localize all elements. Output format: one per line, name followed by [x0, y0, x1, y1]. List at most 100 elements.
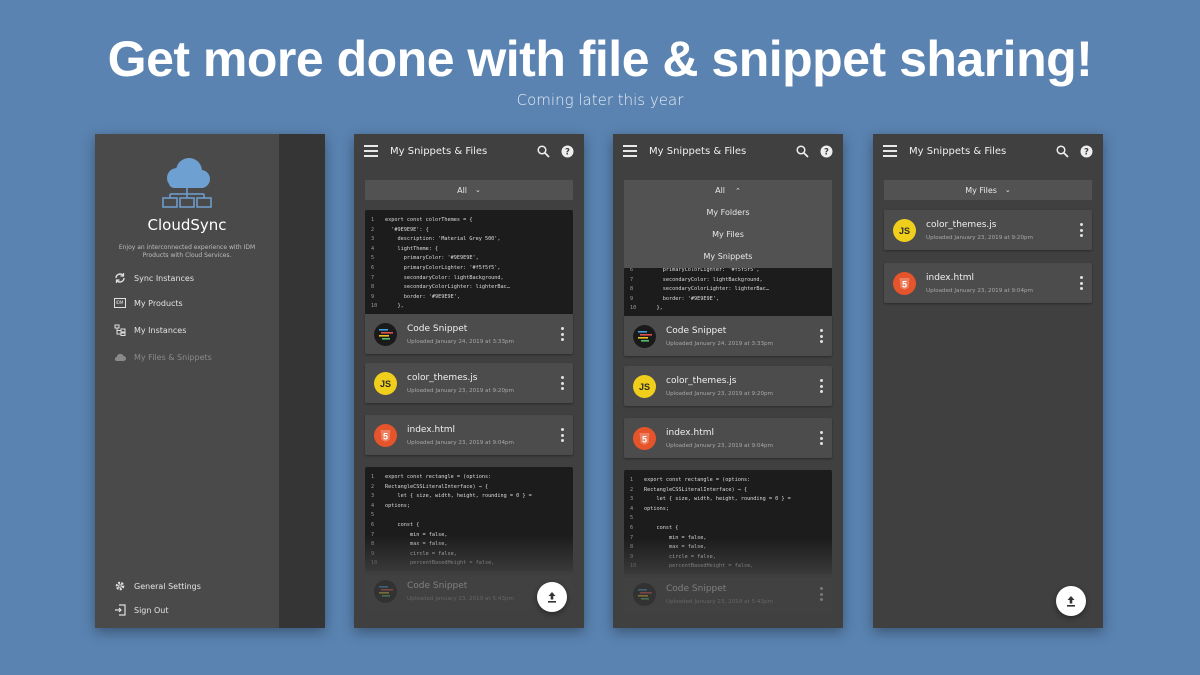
help-icon[interactable]: ?: [1079, 144, 1093, 158]
more-vert-icon[interactable]: [819, 379, 823, 393]
code-line: 5: [371, 512, 375, 519]
nav-item-general-settings[interactable]: General Settings: [113, 579, 201, 593]
drawer-scrim[interactable]: [279, 134, 325, 628]
brand-tagline: Enjoy an interconnected experience with …: [118, 244, 256, 259]
upload-button[interactable]: [1056, 586, 1086, 616]
nav-item-label: Sign Out: [134, 605, 169, 615]
more-vert-icon[interactable]: [560, 376, 564, 390]
javascript-icon: JS: [633, 375, 656, 398]
code-line: 9 border: '#9E9E9E',: [630, 295, 719, 302]
filter-option-my-snippets[interactable]: My Snippets: [624, 252, 832, 261]
svg-text:5: 5: [902, 279, 907, 289]
app-bar-title: My Snippets & Files: [390, 145, 488, 157]
gear-icon: [113, 580, 126, 593]
file-card-color-themes[interactable]: JS color_themes.js Uploaded January 23, …: [884, 210, 1092, 250]
upload-date: Uploaded January 23, 2019 at 9:20pm: [666, 391, 774, 397]
navigation-drawer: CloudSync Enjoy an interconnected experi…: [95, 134, 279, 628]
file-card-index-html[interactable]: 5 index.html Uploaded January 23, 2019 a…: [624, 418, 832, 458]
menu-icon[interactable]: [883, 145, 897, 157]
more-vert-icon[interactable]: [1079, 276, 1083, 290]
more-vert-icon[interactable]: [560, 428, 564, 442]
code-line: 6 const {: [371, 521, 420, 528]
code-line: 10 percentBasedHeight = false,: [630, 563, 754, 570]
file-name: color_themes.js: [926, 220, 997, 230]
upload-date: Uploaded January 23, 2019 at 5:43pm: [666, 599, 774, 605]
help-icon[interactable]: ?: [560, 144, 574, 158]
sync-icon: [113, 272, 126, 285]
menu-icon[interactable]: [623, 145, 637, 157]
nav-item-label: Sync Instances: [134, 273, 195, 283]
search-icon[interactable]: [795, 144, 809, 158]
sign-out-icon: [113, 604, 126, 617]
file-name: Code Snippet: [666, 584, 727, 594]
javascript-icon: JS: [374, 372, 397, 395]
filter-value: My Files: [965, 185, 997, 195]
chevron-down-icon: ⌄: [475, 186, 481, 194]
filter-dropdown[interactable]: All ⌄: [365, 180, 573, 200]
nav-item-label: My Files & Snippets: [134, 352, 212, 362]
code-line: 7 secondaryColor: lightBackground,: [630, 276, 763, 283]
filter-option-my-files[interactable]: My Files: [624, 230, 832, 239]
code-line: 4 options;: [630, 505, 669, 512]
filter-dropdown-menu[interactable]: All ⌃ My Folders My Files My Snippets: [624, 180, 832, 268]
code-line: 8 secondaryColorLighter: lighterBac…: [371, 284, 510, 291]
code-preview: 6 primaryColorLighter: '#f5f5f5', 7 seco…: [624, 267, 832, 321]
search-icon[interactable]: [1055, 144, 1069, 158]
nav-item-label: My Instances: [134, 325, 187, 335]
code-line: 2 RectangleCSSLiteralInterface) ⇒ {: [630, 486, 748, 493]
more-vert-icon[interactable]: [819, 587, 823, 601]
upload-date: Uploaded January 23, 2019 at 5:43pm: [407, 596, 515, 602]
file-card-code-snippet[interactable]: Code Snippet Uploaded January 23, 2019 a…: [624, 574, 832, 614]
code-line: 8 secondaryColorLighter: lighterBac…: [630, 286, 769, 293]
svg-text:5: 5: [642, 434, 647, 444]
cloud-icon: [113, 351, 126, 364]
code-line: 1 export const colorThemes = {: [371, 217, 473, 223]
file-card-color-themes[interactable]: JS color_themes.js Uploaded January 23, …: [365, 363, 573, 403]
more-vert-icon[interactable]: [819, 431, 823, 445]
code-line: 6 primaryColorLighter: '#f5f5f5',: [630, 267, 760, 273]
code-snippet-icon: [374, 323, 397, 346]
code-line: 10 },: [371, 303, 404, 310]
file-name: Code Snippet: [407, 324, 468, 334]
code-line: 9 circle = false,: [371, 550, 457, 557]
filter-selected[interactable]: All ⌃: [624, 186, 832, 195]
code-snippet-icon: [633, 325, 656, 348]
menu-icon[interactable]: [364, 145, 378, 157]
file-card-index-html[interactable]: 5 index.html Uploaded January 23, 2019 a…: [884, 263, 1092, 303]
nav-item-sign-out[interactable]: Sign Out: [113, 603, 169, 617]
more-vert-icon[interactable]: [560, 327, 564, 341]
nav-item-my-files-snippets[interactable]: My Files & Snippets: [113, 350, 212, 364]
nav-item-sync-instances[interactable]: Sync Instances: [113, 271, 194, 285]
code-preview: 1 export const rectangle = (options: 2 Rec…: [624, 470, 832, 578]
file-card-code-snippet[interactable]: Code Snippet Uploaded January 24, 2019 a…: [624, 316, 832, 356]
svg-text:?: ?: [824, 147, 829, 157]
filter-dropdown[interactable]: My Files ⌄: [884, 180, 1092, 200]
code-line: 9 circle = false,: [630, 553, 716, 560]
upload-button[interactable]: [537, 582, 567, 612]
help-icon[interactable]: ?: [819, 144, 833, 158]
code-line: 10 percentBasedHeight = false,: [371, 560, 495, 567]
nav-item-label: General Settings: [134, 581, 201, 591]
code-line: 2 '#9E9E9E': {: [371, 226, 429, 233]
upload-date: Uploaded January 23, 2019 at 9:20pm: [407, 388, 515, 394]
code-snippet-icon: [633, 583, 656, 606]
filter-option-my-folders[interactable]: My Folders: [624, 208, 832, 217]
nav-item-my-instances[interactable]: My Instances: [113, 323, 186, 337]
filter-value: All: [457, 185, 468, 195]
code-line: 5 primaryColor: '#9E9E9E',: [371, 255, 479, 262]
code-line: 10 },: [630, 305, 663, 312]
search-icon[interactable]: [536, 144, 550, 158]
more-vert-icon[interactable]: [819, 329, 823, 343]
nav-item-my-products[interactable]: IDM My Products: [113, 296, 183, 310]
code-line: 9 border: '#9E9E9E',: [371, 293, 460, 300]
file-card-index-html[interactable]: 5 index.html Uploaded January 23, 2019 a…: [365, 415, 573, 455]
code-snippet-icon: [374, 580, 397, 603]
file-card-code-snippet[interactable]: Code Snippet Uploaded January 24, 2019 a…: [365, 314, 573, 354]
file-card-color-themes[interactable]: JS color_themes.js Uploaded January 23, …: [624, 366, 832, 406]
phone-filter-open: My Snippets & Files ? All ⌃ My Folders My…: [613, 134, 843, 628]
file-name: Code Snippet: [666, 326, 727, 336]
cloudsync-logo-icon: [162, 158, 212, 208]
svg-text:5: 5: [383, 431, 388, 441]
app-bar: My Snippets & Files ?: [613, 134, 843, 168]
more-vert-icon[interactable]: [1079, 223, 1083, 237]
